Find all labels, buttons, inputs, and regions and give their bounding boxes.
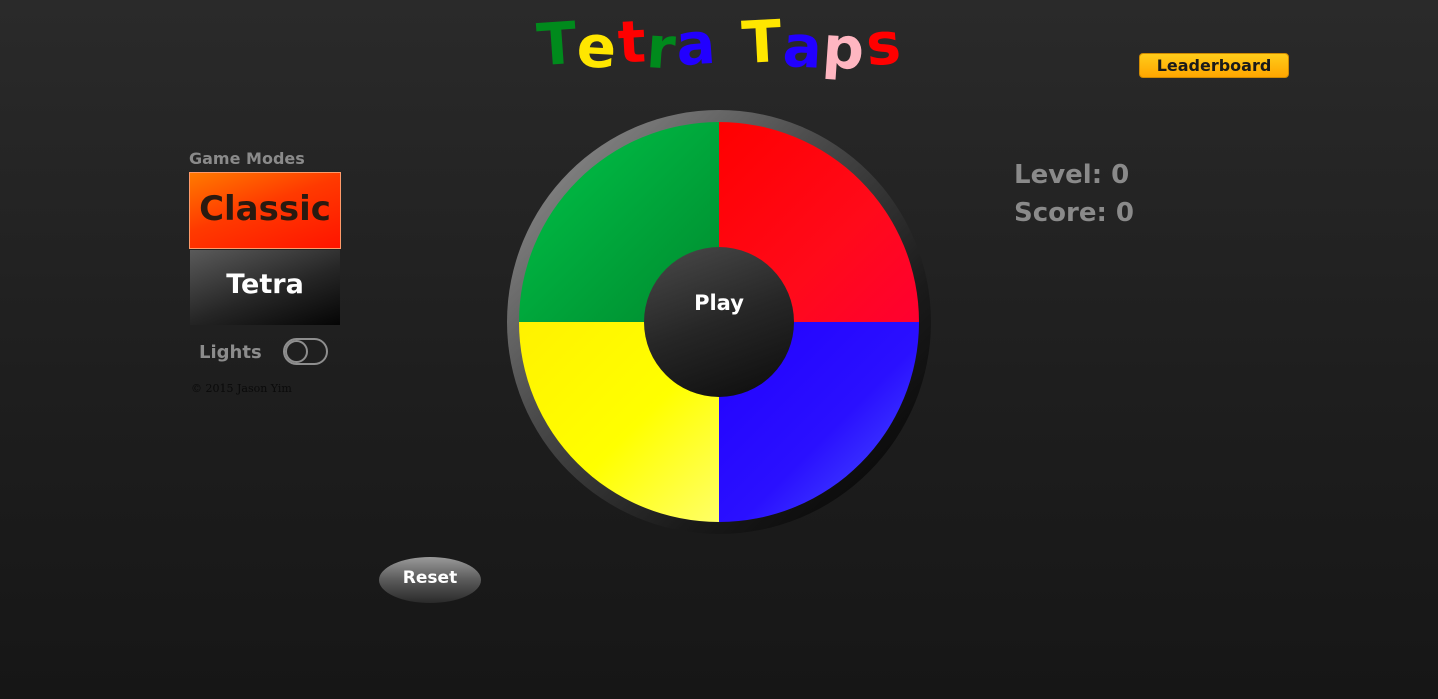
play-button[interactable]: Play (644, 247, 794, 397)
classic-mode-button[interactable]: Classic (189, 172, 341, 249)
game-modes-heading: Game Modes (189, 149, 305, 168)
title-letter: a (780, 11, 825, 82)
title-letter: T (740, 6, 785, 78)
leaderboard-button[interactable]: Leaderboard (1139, 53, 1289, 78)
title-letter: a (673, 8, 719, 80)
score-display: Score: 0 (1014, 198, 1134, 228)
title-letter: e (575, 11, 620, 83)
title-letter: t (615, 7, 649, 77)
title-letter: p (820, 12, 868, 84)
title-letter: s (863, 8, 904, 80)
copyright-text: © 2015 Jason Yim (191, 382, 292, 395)
toggle-knob (285, 340, 308, 363)
level-display: Level: 0 (1014, 160, 1130, 190)
tetra-mode-button[interactable]: Tetra (190, 250, 340, 325)
lights-label: Lights (199, 342, 262, 363)
reset-button[interactable]: Reset (379, 557, 481, 603)
lights-toggle[interactable] (283, 338, 328, 365)
title-letter: T (534, 8, 580, 80)
title-letter: r (643, 13, 679, 83)
